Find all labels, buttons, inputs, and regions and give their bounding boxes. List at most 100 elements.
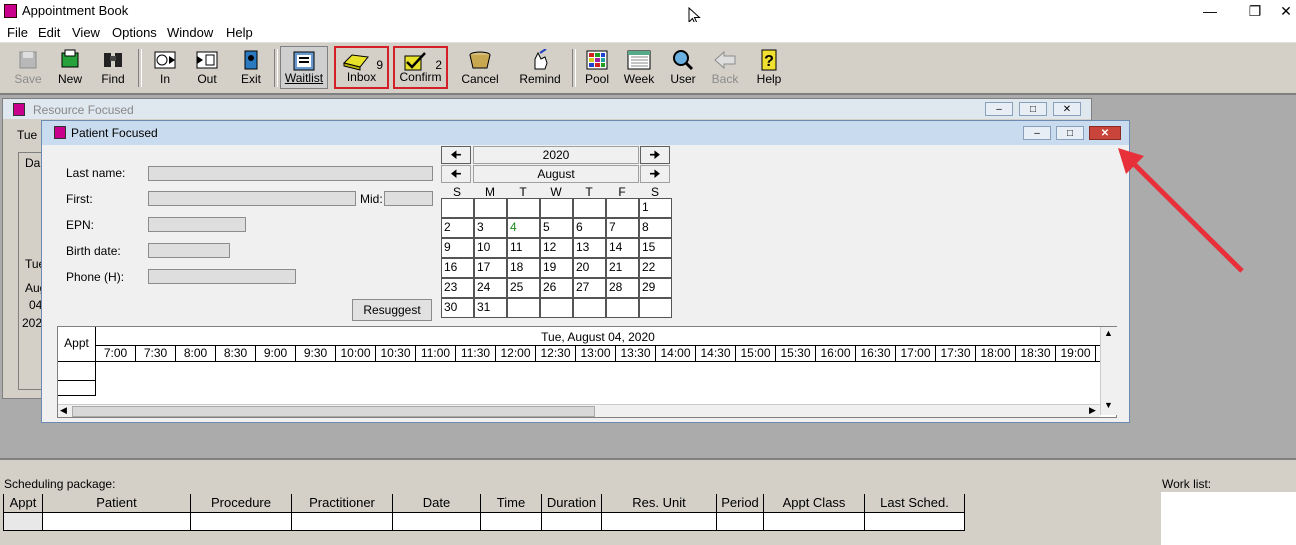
scheduling-table-cell[interactable] xyxy=(602,513,717,531)
menu-view[interactable]: View xyxy=(72,25,100,40)
help-button[interactable]: ? Help xyxy=(750,46,788,89)
patient-minimize-button[interactable]: – xyxy=(1023,126,1051,140)
resource-date-tab[interactable]: Tue xyxy=(17,128,37,142)
calendar-day-cell[interactable]: 14 xyxy=(606,238,639,258)
calendar-day-cell[interactable] xyxy=(573,198,606,218)
inbox-button[interactable]: 9 Inbox xyxy=(334,46,389,89)
scheduling-column-header[interactable]: Appt xyxy=(3,494,43,513)
scheduling-column-header[interactable]: Appt Class xyxy=(764,494,865,513)
calendar-day-cell[interactable]: 28 xyxy=(606,278,639,298)
calendar-day-cell[interactable]: 6 xyxy=(573,218,606,238)
menu-window[interactable]: Window xyxy=(167,25,213,40)
calendar-day-cell[interactable] xyxy=(507,298,540,318)
scheduling-table-cell[interactable] xyxy=(717,513,764,531)
scheduling-table[interactable]: Appt Patient Procedure Practitioner Date Time… xyxy=(3,460,968,532)
calendar-day-cell[interactable]: 1 xyxy=(639,198,672,218)
week-button[interactable]: Week xyxy=(620,46,658,89)
menu-help[interactable]: Help xyxy=(226,25,253,40)
scheduling-table-cell[interactable] xyxy=(3,513,43,531)
patient-restore-button[interactable]: □ xyxy=(1056,126,1084,140)
scheduling-column-header[interactable]: Date xyxy=(393,494,481,513)
out-button[interactable]: Out xyxy=(188,46,226,89)
exit-button[interactable]: Exit xyxy=(232,46,270,89)
birth-date-field[interactable] xyxy=(148,243,230,258)
calendar-day-cell[interactable]: 7 xyxy=(606,218,639,238)
scheduling-column-header[interactable]: Res. Unit xyxy=(602,494,717,513)
remind-button[interactable]: Remind xyxy=(514,46,566,89)
prev-year-button[interactable]: 🠈 xyxy=(441,146,471,164)
appt-row-cell[interactable] xyxy=(58,362,96,381)
calendar-day-cell[interactable]: 30 xyxy=(441,298,474,318)
calendar-day-cell[interactable]: 31 xyxy=(474,298,507,318)
calendar-day-cell[interactable]: 23 xyxy=(441,278,474,298)
calendar-day-cell[interactable] xyxy=(540,298,573,318)
resource-restore-button[interactable]: □ xyxy=(1019,102,1047,116)
vertical-scrollbar[interactable]: ▲ ▼ xyxy=(1100,327,1117,415)
back-button[interactable]: Back xyxy=(706,46,744,89)
find-button[interactable]: Find xyxy=(94,46,132,89)
appt-row-cell[interactable] xyxy=(58,381,96,396)
calendar-day-cell[interactable]: 25 xyxy=(507,278,540,298)
prev-month-button[interactable]: 🠈 xyxy=(441,165,471,183)
calendar-day-cell[interactable]: 3 xyxy=(474,218,507,238)
scheduling-column-header[interactable]: Last Sched. xyxy=(865,494,965,513)
calendar-day-cell[interactable]: 10 xyxy=(474,238,507,258)
calendar-day-cell[interactable]: 12 xyxy=(540,238,573,258)
calendar-day-cell[interactable] xyxy=(606,198,639,218)
scheduling-column-header[interactable]: Duration xyxy=(542,494,602,513)
resource-minimize-button[interactable]: – xyxy=(985,102,1013,116)
calendar-day-cell[interactable] xyxy=(474,198,507,218)
calendar-day-cell[interactable]: 21 xyxy=(606,258,639,278)
minimize-button[interactable]: — xyxy=(1190,0,1230,22)
calendar-day-cell[interactable]: 5 xyxy=(540,218,573,238)
waitlist-button[interactable]: Waitlist xyxy=(280,46,328,89)
scroll-down-arrow[interactable]: ▼ xyxy=(1104,400,1113,410)
scheduling-table-cell[interactable] xyxy=(43,513,191,531)
save-button[interactable]: Save xyxy=(8,46,48,89)
scheduling-column-header[interactable]: Patient xyxy=(43,494,191,513)
calendar-day-cell[interactable] xyxy=(606,298,639,318)
calendar-day-cell[interactable]: 29 xyxy=(639,278,672,298)
middle-initial-field[interactable] xyxy=(384,191,433,206)
scroll-thumb[interactable] xyxy=(72,406,595,417)
pool-button[interactable]: Pool xyxy=(578,46,616,89)
confirm-button[interactable]: 2 Confirm xyxy=(393,46,448,89)
scheduling-table-cell[interactable] xyxy=(542,513,602,531)
scheduling-column-header[interactable]: Practitioner xyxy=(292,494,393,513)
cancel-button[interactable]: Cancel xyxy=(454,46,506,89)
calendar-day-cell[interactable]: 26 xyxy=(540,278,573,298)
scheduling-column-header[interactable]: Procedure xyxy=(191,494,292,513)
patient-focused-window[interactable]: Patient Focused – □ ✕ Last name: First: … xyxy=(41,120,1130,423)
scheduling-table-cell[interactable] xyxy=(393,513,481,531)
new-button[interactable]: New xyxy=(52,46,88,89)
resuggest-button[interactable]: Resuggest xyxy=(352,299,432,321)
menu-options[interactable]: Options xyxy=(112,25,157,40)
user-button[interactable]: User xyxy=(664,46,702,89)
calendar-day-cell[interactable]: 19 xyxy=(540,258,573,278)
calendar-day-cell[interactable]: 22 xyxy=(639,258,672,278)
first-name-field[interactable] xyxy=(148,191,356,206)
calendar-day-cell[interactable]: 27 xyxy=(573,278,606,298)
scheduling-table-cell[interactable] xyxy=(481,513,542,531)
worklist-box[interactable] xyxy=(1161,492,1296,545)
scheduling-table-cell[interactable] xyxy=(292,513,393,531)
close-button[interactable]: ✕ xyxy=(1266,0,1296,22)
menu-file[interactable]: File xyxy=(7,25,28,40)
calendar-day-cell[interactable]: 24 xyxy=(474,278,507,298)
resource-close-button[interactable]: ✕ xyxy=(1053,102,1081,116)
calendar-day-cell[interactable]: 13 xyxy=(573,238,606,258)
calendar-day-cell[interactable]: 11 xyxy=(507,238,540,258)
scroll-up-arrow[interactable]: ▲ xyxy=(1104,328,1113,338)
calendar-day-cell[interactable]: 15 xyxy=(639,238,672,258)
calendar-day-cell[interactable]: 9 xyxy=(441,238,474,258)
calendar-day-cell[interactable] xyxy=(639,298,672,318)
epn-field[interactable] xyxy=(148,217,246,232)
calendar-day-cell[interactable]: 16 xyxy=(441,258,474,278)
scheduling-table-cell[interactable] xyxy=(865,513,965,531)
calendar-day-cell[interactable] xyxy=(441,198,474,218)
horizontal-scrollbar[interactable]: ◀ ▶ xyxy=(58,404,1100,417)
scroll-right-arrow[interactable]: ▶ xyxy=(1089,405,1096,416)
calendar-day-cell[interactable] xyxy=(573,298,606,318)
calendar-day-cell[interactable]: 18 xyxy=(507,258,540,278)
scheduling-table-cell[interactable] xyxy=(191,513,292,531)
